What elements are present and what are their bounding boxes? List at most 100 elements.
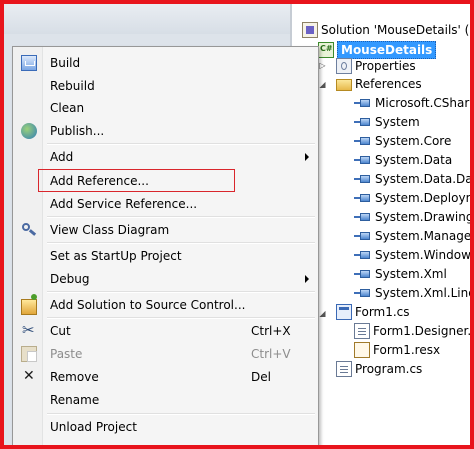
class-diagram-icon xyxy=(21,222,37,238)
tree-node-reference[interactable]: System.Drawing xyxy=(354,207,470,226)
tree-node-reference[interactable]: Microsoft.CSharp xyxy=(354,93,470,112)
tree-node-reference[interactable]: System.Data.DataSe xyxy=(354,169,470,188)
menu-item-set-startup[interactable]: Set as StartUp Project xyxy=(15,245,317,267)
rebuild-label: Rebuild xyxy=(50,79,95,93)
remove-shortcut: Del xyxy=(251,370,271,384)
cut-label: Cut xyxy=(50,324,71,338)
menu-item-debug[interactable]: Debug xyxy=(15,268,317,290)
properties-label: Properties xyxy=(355,58,416,73)
menu-separator xyxy=(47,413,315,415)
menu-item-cut[interactable]: Cut Ctrl+X xyxy=(15,320,317,342)
tree-node-reference[interactable]: System.Manageme xyxy=(354,226,470,245)
build-icon xyxy=(21,55,37,71)
unload-project-label: Unload Project xyxy=(50,420,137,434)
scissors-icon xyxy=(21,321,37,339)
clean-label: Clean xyxy=(50,101,85,115)
assembly-reference-icon xyxy=(354,190,372,206)
tree-node-form-resx[interactable]: Form1.resx xyxy=(354,340,440,359)
menu-separator xyxy=(47,317,315,319)
assembly-reference-icon xyxy=(354,209,372,225)
reference-label: System.Data xyxy=(375,152,453,167)
paste-shortcut: Ctrl+V xyxy=(251,347,291,361)
reference-label: System.Windows.Fo xyxy=(375,247,470,262)
add-label: Add xyxy=(50,150,74,164)
menu-item-unload-project[interactable]: Unload Project xyxy=(15,416,317,438)
reference-label: System.Drawing xyxy=(375,209,470,224)
menu-item-paste[interactable]: Paste Ctrl+V xyxy=(15,343,317,365)
properties-icon xyxy=(336,57,352,74)
solution-label: Solution 'MouseDetails' (1 proj xyxy=(321,22,470,37)
menu-item-rebuild[interactable]: Rebuild xyxy=(15,75,317,97)
reference-label: System.Core xyxy=(375,133,452,148)
add-to-source-control-label: Add Solution to Source Control... xyxy=(50,298,246,312)
menu-separator xyxy=(47,143,315,145)
tree-node-form[interactable]: Form1.cs xyxy=(336,302,410,321)
publish-icon xyxy=(21,123,37,139)
tree-node-reference[interactable]: System.Windows.Fo xyxy=(354,245,470,264)
form-designer-label: Form1.Designer.cs xyxy=(373,323,470,338)
tree-node-reference[interactable]: System.Core xyxy=(354,131,451,150)
tree-node-properties[interactable]: Properties xyxy=(336,56,416,75)
reference-label: System.Manageme xyxy=(375,228,470,243)
menu-item-view-class-diagram[interactable]: View Class Diagram xyxy=(15,219,317,241)
reference-label: System.Xml xyxy=(375,266,447,281)
tree-node-references[interactable]: References xyxy=(336,74,422,93)
references-collapse-icon[interactable]: ◢ xyxy=(318,80,327,89)
build-label: Build xyxy=(50,56,81,70)
tree-node-program[interactable]: Program.cs xyxy=(336,359,422,378)
assembly-reference-icon xyxy=(354,266,372,282)
add-reference-label: Add Reference... xyxy=(50,174,149,188)
tree-node-solution[interactable]: Solution 'MouseDetails' (1 proj xyxy=(302,20,470,39)
menu-separator xyxy=(47,216,315,218)
assembly-reference-icon xyxy=(354,228,372,244)
submenu-arrow-icon xyxy=(305,275,309,283)
source-control-icon xyxy=(21,294,37,315)
menu-item-add-reference[interactable]: Add Reference... xyxy=(15,170,317,192)
assembly-reference-icon xyxy=(354,285,372,301)
tree-node-reference[interactable]: System.Xml xyxy=(354,264,447,283)
tree-node-reference[interactable]: System xyxy=(354,112,420,131)
menu-item-clean[interactable]: Clean xyxy=(15,97,317,119)
assembly-reference-icon xyxy=(354,114,372,130)
assembly-reference-icon xyxy=(354,133,372,149)
menu-item-add[interactable]: Add xyxy=(15,146,317,168)
remove-label: Remove xyxy=(50,370,99,384)
tree-node-reference[interactable]: System.Xml.Linq xyxy=(354,283,470,302)
menu-item-publish[interactable]: Publish... xyxy=(15,120,317,142)
menu-item-add-to-source-control[interactable]: Add Solution to Source Control... xyxy=(15,294,317,316)
tree-node-reference[interactable]: System.Deploymen xyxy=(354,188,470,207)
reference-label: System.Xml.Linq xyxy=(375,285,470,300)
form-resx-label: Form1.resx xyxy=(373,342,441,357)
set-startup-label: Set as StartUp Project xyxy=(50,249,182,263)
project-context-menu: Build Rebuild Clean Publish... Add Add R… xyxy=(12,46,319,446)
code-file-icon xyxy=(336,360,352,377)
cut-shortcut: Ctrl+X xyxy=(251,324,291,338)
tree-node-reference[interactable]: System.Data xyxy=(354,150,452,169)
menu-item-remove[interactable]: Remove Del xyxy=(15,366,317,388)
submenu-arrow-icon xyxy=(305,153,309,161)
reference-label: System.Deploymen xyxy=(375,190,470,205)
paste-label: Paste xyxy=(50,347,83,361)
menu-item-rename[interactable]: Rename xyxy=(15,389,317,411)
form-collapse-icon[interactable]: ◢ xyxy=(318,309,327,318)
assembly-reference-icon xyxy=(354,247,372,263)
publish-label: Publish... xyxy=(50,124,105,138)
menu-separator xyxy=(47,242,315,244)
properties-expand-icon[interactable]: ▷ xyxy=(318,61,327,70)
add-service-reference-label: Add Service Reference... xyxy=(50,197,198,211)
menu-item-build[interactable]: Build xyxy=(15,52,317,74)
reference-label: System.Data.DataSe xyxy=(375,171,470,186)
reference-label: Microsoft.CSharp xyxy=(375,95,470,110)
csharp-project-icon xyxy=(318,41,334,58)
tree-node-form-designer[interactable]: Form1.Designer.cs xyxy=(354,321,470,340)
form-label: Form1.cs xyxy=(355,304,410,319)
assembly-reference-icon xyxy=(354,171,372,187)
assembly-reference-icon xyxy=(354,152,372,168)
menu-item-add-service-reference[interactable]: Add Service Reference... xyxy=(15,193,317,215)
code-file-icon xyxy=(354,322,370,339)
delete-x-icon xyxy=(21,368,37,385)
program-label: Program.cs xyxy=(355,361,423,376)
resource-file-icon xyxy=(354,341,370,358)
solution-icon xyxy=(302,21,318,38)
clipboard-icon xyxy=(21,346,37,362)
